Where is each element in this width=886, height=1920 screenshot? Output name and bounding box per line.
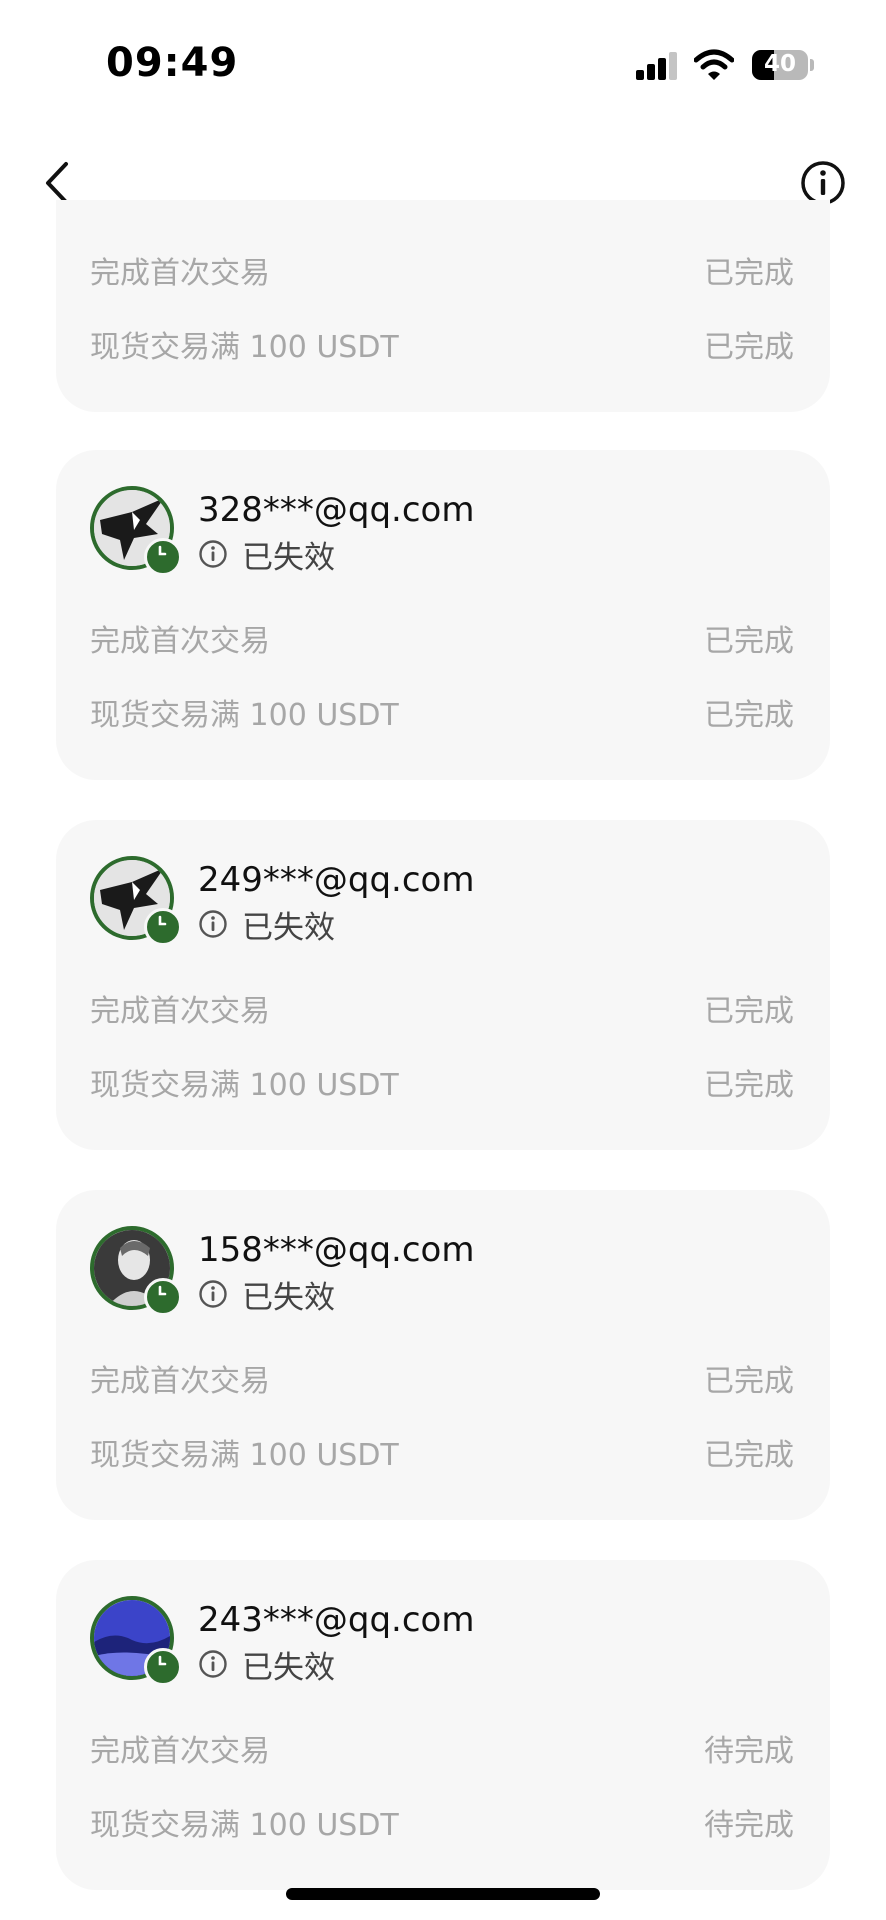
- battery-level: 40: [763, 51, 796, 77]
- invite-status: 已失效: [198, 1274, 335, 1316]
- task-label: 完成首次交易: [90, 256, 270, 291]
- info-icon: [199, 910, 227, 938]
- battery-icon: 40: [752, 50, 808, 80]
- invite-status-text: 已失效: [242, 1279, 335, 1316]
- pending-clock-icon: [144, 1648, 182, 1686]
- task-label: 完成首次交易: [90, 994, 270, 1029]
- task-status: 已完成: [704, 1068, 794, 1103]
- invite-card: 158***@qq.com 已失效 完成首次交易 已完成 现货交易满 100 U…: [56, 1190, 830, 1520]
- task-label: 现货交易满 100 USDT: [90, 1808, 399, 1843]
- invitee-email: 328***@qq.com: [198, 490, 475, 530]
- wifi-icon: [694, 49, 734, 80]
- info-icon: [199, 540, 227, 568]
- task-label: 现货交易满 100 USDT: [90, 1068, 399, 1103]
- info-icon: [199, 1650, 227, 1678]
- invite-status: 已失效: [198, 1644, 335, 1686]
- task-status: 已完成: [704, 1438, 794, 1473]
- invite-card: 249***@qq.com 已失效 完成首次交易 已完成 现货交易满 100 U…: [56, 820, 830, 1150]
- task-status: 已完成: [704, 256, 794, 291]
- info-icon: [199, 1280, 227, 1308]
- invite-status-text: 已失效: [242, 909, 335, 946]
- invite-status: 已失效: [198, 534, 335, 576]
- task-status: 待完成: [704, 1734, 794, 1769]
- task-label: 完成首次交易: [90, 624, 270, 659]
- task-status: 已完成: [704, 1364, 794, 1399]
- invitee-email: 243***@qq.com: [198, 1600, 475, 1640]
- clock-time: 09:49: [106, 40, 239, 86]
- task-status: 待完成: [704, 1808, 794, 1843]
- invite-card: 243***@qq.com 已失效 完成首次交易 待完成 现货交易满 100 U…: [56, 1560, 830, 1890]
- invite-card-partial: 完成首次交易 已完成 现货交易满 100 USDT 已完成: [56, 200, 830, 412]
- task-status: 已完成: [704, 330, 794, 365]
- cellular-signal-icon: [636, 52, 678, 80]
- task-status: 已完成: [704, 994, 794, 1029]
- task-status: 已完成: [704, 698, 794, 733]
- pending-clock-icon: [144, 538, 182, 576]
- invitee-email: 249***@qq.com: [198, 860, 475, 900]
- invite-status-text: 已失效: [242, 1649, 335, 1686]
- home-indicator[interactable]: [286, 1888, 600, 1900]
- task-label: 完成首次交易: [90, 1734, 270, 1769]
- task-label: 现货交易满 100 USDT: [90, 1438, 399, 1473]
- task-label: 完成首次交易: [90, 1364, 270, 1399]
- invite-status-text: 已失效: [242, 539, 335, 576]
- invitee-email: 158***@qq.com: [198, 1230, 475, 1270]
- invite-status: 已失效: [198, 904, 335, 946]
- invite-card: 328***@qq.com 已失效 完成首次交易 已完成 现货交易满 100 U…: [56, 450, 830, 780]
- pending-clock-icon: [144, 908, 182, 946]
- battery-tip: [810, 59, 814, 71]
- task-label: 现货交易满 100 USDT: [90, 698, 399, 733]
- task-label: 现货交易满 100 USDT: [90, 330, 399, 365]
- status-bar: 09:49 40: [0, 0, 886, 120]
- task-status: 已完成: [704, 624, 794, 659]
- pending-clock-icon: [144, 1278, 182, 1316]
